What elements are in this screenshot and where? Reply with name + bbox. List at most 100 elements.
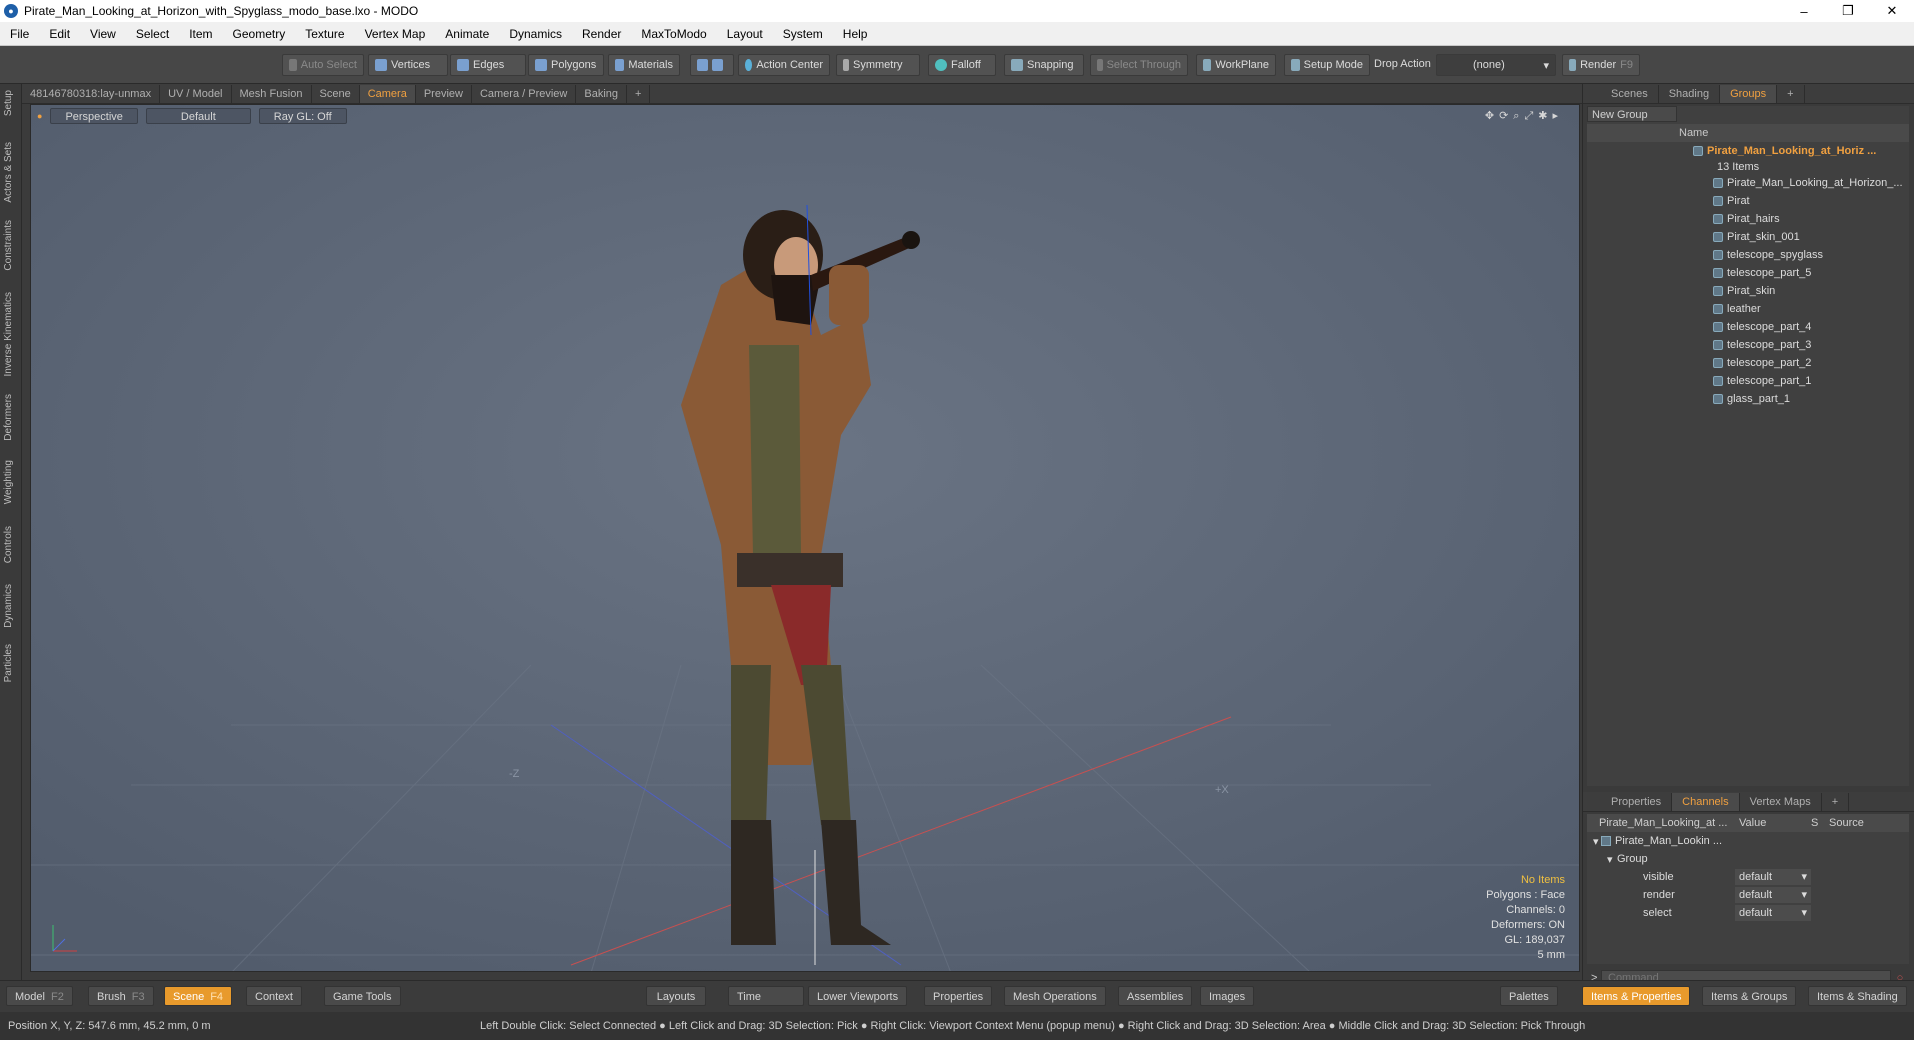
tab-dynamics[interactable]: Dynamics xyxy=(3,584,14,628)
items-groups-button[interactable]: Items & Groups xyxy=(1702,986,1797,1006)
table-row[interactable]: select default ▾ xyxy=(1587,904,1909,922)
list-item[interactable]: Pirat_hairs xyxy=(1587,210,1909,228)
tab-mesh-fusion[interactable]: Mesh Fusion xyxy=(232,84,312,103)
tab-scenes[interactable]: Scenes xyxy=(1601,84,1659,103)
model-button[interactable]: Model F2 xyxy=(6,986,73,1006)
symmetry-button[interactable]: Symmetry xyxy=(836,54,920,76)
items-properties-button[interactable]: Items & Properties xyxy=(1582,986,1691,1006)
tab-shading[interactable]: Shading xyxy=(1659,84,1721,103)
tab-constraints[interactable]: Constraints xyxy=(3,220,14,271)
palettes-button[interactable]: Palettes xyxy=(1500,986,1558,1006)
drop-action-select[interactable]: (none) ▾ xyxy=(1436,54,1556,76)
viewport-nav-icons[interactable]: ✥⟳⌕⤢✱▸ xyxy=(1485,109,1563,123)
brush-button[interactable]: Brush F3 xyxy=(88,986,154,1006)
tab-groups[interactable]: Groups xyxy=(1720,84,1778,103)
list-item[interactable]: Pirat xyxy=(1587,192,1909,210)
perspective-button[interactable]: Perspective xyxy=(50,108,138,124)
channel-value-select[interactable]: default ▾ xyxy=(1735,887,1811,903)
menu-item[interactable]: Item xyxy=(179,27,222,41)
tab-weighting[interactable]: Weighting xyxy=(3,460,14,504)
menu-texture[interactable]: Texture xyxy=(295,27,354,41)
group-title-row[interactable]: Pirate_Man_Looking_at_Horiz ... xyxy=(1587,142,1909,160)
tab-setup[interactable]: Setup xyxy=(3,90,14,116)
list-item[interactable]: telescope_part_1 xyxy=(1587,372,1909,390)
maximize-button[interactable]: ❐ xyxy=(1826,3,1870,19)
list-item[interactable]: telescope_part_4 xyxy=(1587,318,1909,336)
menu-render[interactable]: Render xyxy=(572,27,631,41)
tab-particles[interactable]: Particles xyxy=(3,644,14,682)
layouts-button[interactable]: Layouts xyxy=(646,986,706,1006)
list-item[interactable]: glass_part_1 xyxy=(1587,390,1909,408)
tab-properties[interactable]: Properties xyxy=(1601,792,1673,811)
vertices-button[interactable]: Vertices xyxy=(368,54,448,76)
list-item[interactable]: leather xyxy=(1587,300,1909,318)
workplane-button[interactable]: WorkPlane xyxy=(1196,54,1276,76)
menu-animate[interactable]: Animate xyxy=(435,27,499,41)
tab-actors-sets[interactable]: Actors & Sets xyxy=(3,142,14,203)
channel-group-row[interactable]: ▾ Group xyxy=(1587,850,1909,868)
tab-preview[interactable]: Preview xyxy=(416,84,472,103)
add-prop-tab[interactable]: + xyxy=(1822,792,1850,811)
properties-button[interactable]: Properties xyxy=(924,986,993,1006)
list-item[interactable]: Pirat_skin xyxy=(1587,282,1909,300)
menu-vertex-map[interactable]: Vertex Map xyxy=(355,27,436,41)
assemblies-button[interactable]: Assemblies xyxy=(1118,986,1193,1006)
images-button[interactable]: Images xyxy=(1200,986,1255,1006)
tab-channels[interactable]: Channels xyxy=(1672,792,1740,811)
channel-root-row[interactable]: ▾ Pirate_Man_Lookin ... xyxy=(1587,832,1909,850)
setup-mode-button[interactable]: Setup Mode xyxy=(1284,54,1370,76)
menu-view[interactable]: View xyxy=(80,27,126,41)
tab-lay-unmax[interactable]: 48146780318:lay-unmax xyxy=(22,84,161,103)
list-item[interactable]: telescope_part_2 xyxy=(1587,354,1909,372)
tab-camera[interactable]: Camera xyxy=(359,84,416,103)
add-tab-button[interactable]: + xyxy=(627,84,651,103)
list-item[interactable]: telescope_spyglass xyxy=(1587,246,1909,264)
render-button[interactable]: Render F9 xyxy=(1562,54,1640,76)
menu-select[interactable]: Select xyxy=(126,27,179,41)
tab-vertex-maps[interactable]: Vertex Maps xyxy=(1740,792,1822,811)
viewport-menu-icon[interactable]: ● xyxy=(37,111,42,121)
polygons-button[interactable]: Polygons xyxy=(528,54,604,76)
gizmo-toggle-button[interactable] xyxy=(690,54,734,76)
tab-camera-preview[interactable]: Camera / Preview xyxy=(472,84,577,103)
tab-inverse-kinematics[interactable]: Inverse Kinematics xyxy=(3,292,14,376)
table-row[interactable]: visible default ▾ xyxy=(1587,868,1909,886)
falloff-button[interactable]: Falloff xyxy=(928,54,996,76)
lower-viewports-button[interactable]: Lower Viewports xyxy=(808,986,908,1006)
items-shading-button[interactable]: Items & Shading xyxy=(1808,986,1907,1006)
snapping-button[interactable]: Snapping xyxy=(1004,54,1084,76)
tab-deformers[interactable]: Deformers xyxy=(3,394,14,441)
menu-maxtomodo[interactable]: MaxToModo xyxy=(631,27,716,41)
menu-edit[interactable]: Edit xyxy=(39,27,80,41)
context-button[interactable]: Context xyxy=(246,986,302,1006)
channel-value-select[interactable]: default ▾ xyxy=(1735,869,1811,885)
table-row[interactable]: render default ▾ xyxy=(1587,886,1909,904)
mesh-operations-button[interactable]: Mesh Operations xyxy=(1004,986,1106,1006)
menu-system[interactable]: System xyxy=(773,27,833,41)
scene-button[interactable]: Scene F4 xyxy=(164,986,233,1006)
select-through-button[interactable]: Select Through xyxy=(1090,54,1188,76)
edges-button[interactable]: Edges xyxy=(450,54,526,76)
list-item[interactable]: Pirat_skin_001 xyxy=(1587,228,1909,246)
close-button[interactable]: ✕ xyxy=(1870,3,1914,19)
minimize-button[interactable]: – xyxy=(1782,4,1826,19)
add-panel-tab[interactable]: + xyxy=(1777,84,1805,103)
list-item[interactable]: telescope_part_5 xyxy=(1587,264,1909,282)
tab-scene[interactable]: Scene xyxy=(312,84,360,103)
time-button[interactable]: Time xyxy=(728,986,804,1006)
menu-layout[interactable]: Layout xyxy=(717,27,773,41)
menu-help[interactable]: Help xyxy=(833,27,878,41)
action-center-button[interactable]: Action Center xyxy=(738,54,830,76)
tab-uv-model[interactable]: UV / Model xyxy=(160,84,232,103)
shading-default-button[interactable]: Default xyxy=(145,108,251,124)
list-item[interactable]: Pirate_Man_Looking_at_Horizon_... xyxy=(1587,174,1909,192)
menu-dynamics[interactable]: Dynamics xyxy=(499,27,572,41)
list-item[interactable]: telescope_part_3 xyxy=(1587,336,1909,354)
menu-geometry[interactable]: Geometry xyxy=(223,27,296,41)
ray-gl-button[interactable]: Ray GL: Off xyxy=(258,108,347,124)
tab-controls[interactable]: Controls xyxy=(3,526,14,563)
auto-select-button[interactable]: Auto Select xyxy=(282,54,364,76)
tab-baking[interactable]: Baking xyxy=(576,84,628,103)
game-tools-button[interactable]: Game Tools xyxy=(324,986,401,1006)
3d-viewport[interactable]: -Z +X ● Perspective Default Ray GL: Off … xyxy=(30,104,1580,972)
